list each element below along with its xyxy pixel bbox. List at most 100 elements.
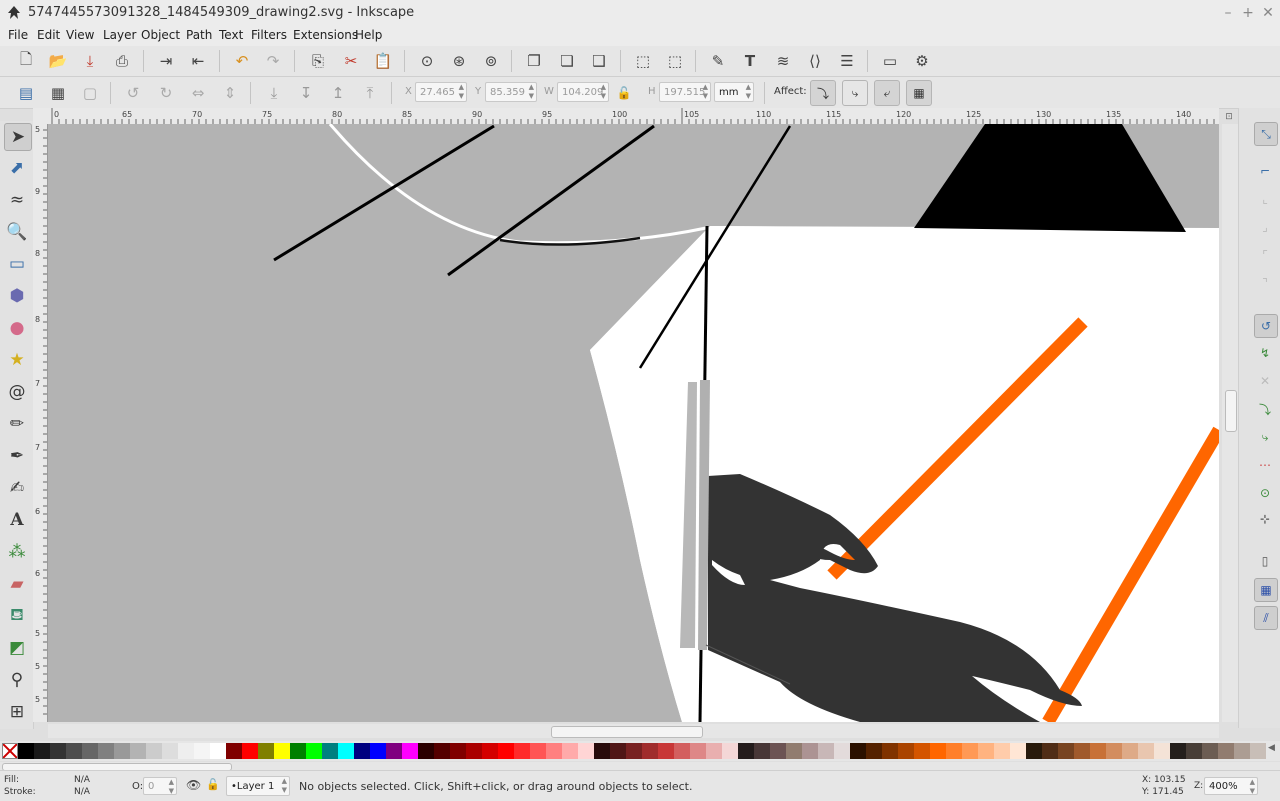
- fill-value[interactable]: N/A: [74, 775, 90, 785]
- color-swatch[interactable]: [114, 743, 130, 759]
- lock-guides-icon[interactable]: ⊡: [1222, 112, 1236, 124]
- color-swatch[interactable]: [866, 743, 882, 759]
- color-swatch[interactable]: [274, 743, 290, 759]
- color-swatch[interactable]: [258, 743, 274, 759]
- horizontal-ruler[interactable]: 0 65 70 75 80 85 90 95 100 105 110 115 120 125 130 135 1…: [47, 108, 1219, 125]
- dropper-tool-icon[interactable]: ⚲: [4, 667, 30, 693]
- color-swatch[interactable]: [354, 743, 370, 759]
- palette-scrollbar[interactable]: [0, 762, 1280, 771]
- paint-bucket-tool-icon[interactable]: ⛾: [4, 603, 30, 629]
- text-tool-icon[interactable]: A: [4, 507, 30, 533]
- snap-midpoints-icon[interactable]: ⋯: [1254, 454, 1276, 476]
- layer-select[interactable]: •Layer 1 ▲ ▼: [226, 776, 290, 796]
- color-swatch[interactable]: [882, 743, 898, 759]
- pen-tool-icon[interactable]: ✒: [4, 443, 30, 469]
- color-swatch[interactable]: [434, 743, 450, 759]
- zoom-input[interactable]: 400% ▲ ▼: [1204, 777, 1258, 795]
- color-swatch[interactable]: [498, 743, 514, 759]
- undo-icon[interactable]: ↶: [230, 49, 254, 73]
- snap-rotation-center-icon[interactable]: ⊹: [1254, 508, 1276, 530]
- color-swatch[interactable]: [130, 743, 146, 759]
- color-swatch[interactable]: [98, 743, 114, 759]
- no-paint-swatch[interactable]: [2, 743, 18, 759]
- pencil-tool-icon[interactable]: ✏: [4, 411, 30, 437]
- rotate-ccw-icon[interactable]: ↺: [121, 81, 145, 105]
- color-swatch[interactable]: [834, 743, 850, 759]
- spin-arrows-icon[interactable]: ▲ ▼: [459, 83, 464, 101]
- vertical-scrollbar[interactable]: [1222, 124, 1238, 722]
- spin-arrows-icon[interactable]: ▲ ▼: [169, 778, 174, 796]
- drawing-canvas[interactable]: [48, 124, 1219, 722]
- connector-tool-icon[interactable]: ⊞: [4, 699, 30, 725]
- color-swatch[interactable]: [1106, 743, 1122, 759]
- selector-tool-icon[interactable]: ➤: [4, 123, 32, 151]
- color-swatch[interactable]: [1042, 743, 1058, 759]
- color-swatch[interactable]: [146, 743, 162, 759]
- duplicate-icon[interactable]: ❐: [522, 49, 546, 73]
- menu-edit[interactable]: Edit: [37, 28, 60, 42]
- color-swatch[interactable]: [162, 743, 178, 759]
- color-swatch[interactable]: [322, 743, 338, 759]
- color-swatch[interactable]: [674, 743, 690, 759]
- snap-intersections-icon[interactable]: ✕: [1254, 370, 1276, 392]
- menu-extensions[interactable]: Extensions: [293, 28, 358, 42]
- ellipse-tool-icon[interactable]: ●: [4, 315, 30, 341]
- color-swatch[interactable]: [754, 743, 770, 759]
- zoom-selection-icon[interactable]: ⊙: [415, 49, 439, 73]
- color-swatch[interactable]: [450, 743, 466, 759]
- color-swatch[interactable]: [514, 743, 530, 759]
- color-swatch[interactable]: [66, 743, 82, 759]
- minimize-button[interactable]: –: [1219, 4, 1237, 22]
- paste-icon[interactable]: 📋: [371, 49, 395, 73]
- color-swatch[interactable]: [370, 743, 386, 759]
- color-swatch[interactable]: [306, 743, 322, 759]
- lower-icon[interactable]: ↧: [294, 81, 318, 105]
- snap-smooth-icon[interactable]: ⤷: [1254, 426, 1276, 448]
- snap-enable-icon[interactable]: ⤡: [1254, 122, 1278, 146]
- spin-arrows-icon[interactable]: ▲ ▼: [1250, 778, 1255, 796]
- color-swatch[interactable]: [1026, 743, 1042, 759]
- export-icon[interactable]: ⇤: [186, 49, 210, 73]
- fill-stroke-icon[interactable]: ✎: [706, 49, 730, 73]
- affect-gradients-button[interactable]: ⤶: [874, 80, 900, 106]
- color-swatch[interactable]: [82, 743, 98, 759]
- select-all-layers-icon[interactable]: ▦: [46, 81, 70, 105]
- color-swatch[interactable]: [178, 743, 194, 759]
- color-swatch[interactable]: [1170, 743, 1186, 759]
- preferences-icon[interactable]: ⚙: [910, 49, 934, 73]
- color-swatch[interactable]: [210, 743, 226, 759]
- select-all-icon[interactable]: ▤: [14, 81, 38, 105]
- color-swatch[interactable]: [818, 743, 834, 759]
- x-input[interactable]: 27.465 ▲ ▼: [415, 82, 467, 102]
- zoom-page-icon[interactable]: ⊚: [479, 49, 503, 73]
- color-swatch[interactable]: [1202, 743, 1218, 759]
- import-icon[interactable]: ⇥: [154, 49, 178, 73]
- color-swatch[interactable]: [530, 743, 546, 759]
- color-swatch[interactable]: [1154, 743, 1170, 759]
- color-swatch[interactable]: [466, 743, 482, 759]
- calligraphy-tool-icon[interactable]: ✍: [4, 475, 30, 501]
- color-swatch[interactable]: [898, 743, 914, 759]
- color-swatch[interactable]: [546, 743, 562, 759]
- stroke-value[interactable]: N/A: [74, 787, 90, 797]
- color-swatch[interactable]: [642, 743, 658, 759]
- color-swatch[interactable]: [978, 743, 994, 759]
- menu-file[interactable]: File: [8, 28, 28, 42]
- spray-tool-icon[interactable]: ⁂: [4, 539, 30, 565]
- eraser-tool-icon[interactable]: ▰: [4, 571, 30, 597]
- copy-icon[interactable]: ⎘: [306, 49, 330, 73]
- menu-path[interactable]: Path: [186, 28, 212, 42]
- redo-icon[interactable]: ↷: [261, 49, 285, 73]
- menu-filters[interactable]: Filters: [251, 28, 287, 42]
- spiral-tool-icon[interactable]: @: [4, 379, 30, 405]
- eye-icon[interactable]: 👁: [186, 778, 201, 792]
- flip-horizontal-icon[interactable]: ⇔: [186, 81, 210, 105]
- flip-vertical-icon[interactable]: ⇕: [218, 81, 242, 105]
- menu-view[interactable]: View: [66, 28, 94, 42]
- save-icon[interactable]: ⤓: [78, 49, 102, 73]
- zoom-tool-icon[interactable]: 🔍: [4, 219, 30, 245]
- color-swatch[interactable]: [194, 743, 210, 759]
- vertical-ruler[interactable]: 5 9 8 8 7 7 6 6 5 5 5: [33, 124, 48, 722]
- ungroup-icon[interactable]: ⬚: [663, 49, 687, 73]
- color-swatch[interactable]: [386, 743, 402, 759]
